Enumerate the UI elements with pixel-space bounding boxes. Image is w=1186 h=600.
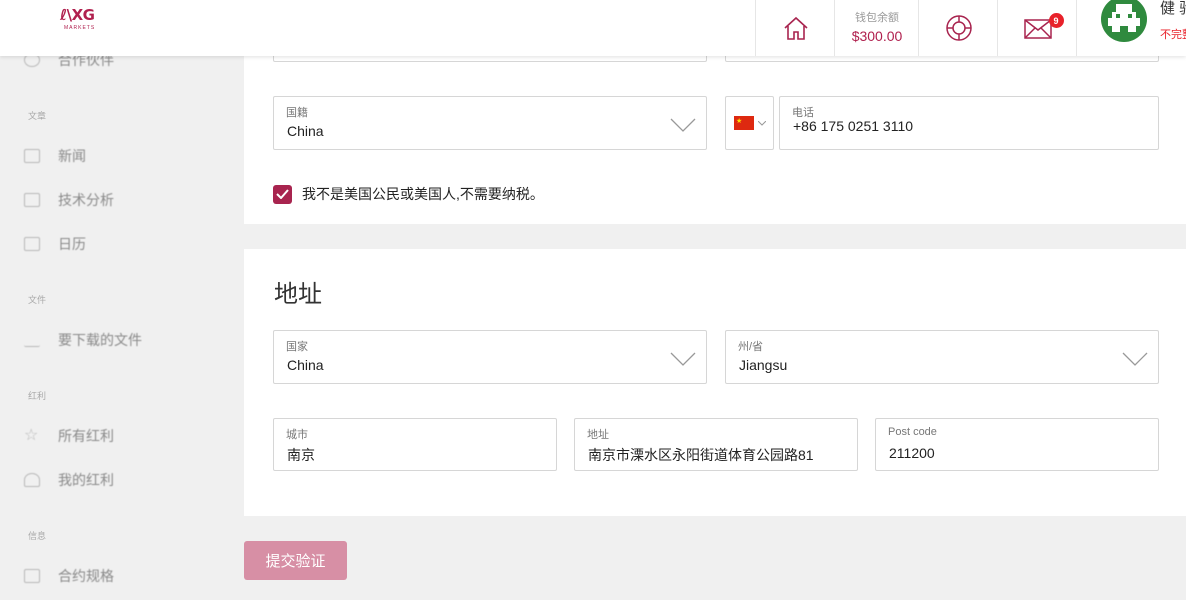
svg-text:★: ★ xyxy=(736,117,742,125)
submit-verification-button[interactable]: 提交验证 xyxy=(244,541,347,580)
logo-text: XG xyxy=(71,6,95,24)
wallet-balance[interactable]: 钱包余额 $300.00 xyxy=(834,0,919,56)
sidebar-item-downloads[interactable]: 要下载的文件 xyxy=(24,330,142,350)
tax-checkbox[interactable] xyxy=(273,184,292,204)
state-label: 州/省 xyxy=(738,341,764,353)
postcode-label: Post code xyxy=(888,426,937,438)
messages-button[interactable]: 9 xyxy=(997,0,1077,56)
wallet-amount: $300.00 xyxy=(851,28,903,44)
sidebar-section-bonus: 红利 xyxy=(28,391,47,401)
chevron-down-icon xyxy=(1122,352,1148,366)
chevron-down-icon xyxy=(670,118,696,132)
china-flag-icon: ★ xyxy=(734,116,754,130)
sidebar-item-label: 新闻 xyxy=(58,148,86,164)
sidebar-item-label: 日历 xyxy=(58,236,86,252)
state-select[interactable]: 州/省 Jiangsu xyxy=(725,330,1159,384)
tax-checkbox-label: 我不是美国公民或美国人,不需要纳税。 xyxy=(302,186,544,202)
city-value: 南京 xyxy=(287,447,315,463)
sidebar-item-analysis[interactable]: 技术分析 xyxy=(24,190,114,210)
chevron-down-icon xyxy=(758,121,766,126)
user-name[interactable]: 健 驹 xyxy=(1160,0,1186,18)
sidebar-section-files: 文件 xyxy=(28,295,47,305)
top-header: ℓ\XG MARKETS 钱包余额 $300.00 9 健 不完 xyxy=(0,0,1186,56)
brand-logo[interactable]: ℓ\XG MARKETS xyxy=(60,6,110,31)
sidebar-item-news[interactable]: 新闻 xyxy=(24,146,86,166)
sidebar-item-my-bonus[interactable]: 我的红利 xyxy=(24,470,114,490)
chevron-down-icon xyxy=(670,352,696,366)
nationality-label: 国籍 xyxy=(286,107,308,119)
news-icon xyxy=(24,149,40,163)
analysis-icon xyxy=(24,193,40,207)
home-icon xyxy=(783,16,808,40)
phone-country-select[interactable]: ★ xyxy=(725,96,774,150)
sidebar-item-calendar[interactable]: 日历 xyxy=(24,234,86,254)
state-value: Jiangsu xyxy=(739,357,788,373)
city-label: 城市 xyxy=(286,429,308,441)
lifebuoy-icon xyxy=(945,15,972,41)
sidebar-item-label: 所有红利 xyxy=(58,428,114,444)
mail-count-badge: 9 xyxy=(1048,13,1064,28)
street-value: 南京市溧水区永阳街道体育公园路81 xyxy=(588,447,814,463)
country-value: China xyxy=(287,357,324,373)
sidebar-item-label: 要下载的文件 xyxy=(58,332,142,348)
profile-status: 不完整 xyxy=(1160,29,1186,41)
checkmark-icon xyxy=(276,189,289,199)
home-button[interactable] xyxy=(755,0,835,56)
phone-value: +86 175 0251 3110 xyxy=(793,118,914,134)
star-icon: ☆ xyxy=(24,427,39,444)
logo-prefix: ℓ\ xyxy=(60,6,72,24)
support-button[interactable] xyxy=(918,0,998,56)
mail-icon xyxy=(1023,19,1052,39)
nationality-value: China xyxy=(287,123,324,139)
download-icon xyxy=(24,333,40,347)
city-field[interactable]: 城市 南京 xyxy=(273,418,557,471)
address-section-title: 地址 xyxy=(274,281,322,308)
sidebar-item-label: 合约规格 xyxy=(58,568,114,584)
country-select[interactable]: 国家 China xyxy=(273,330,707,384)
logo-subtext: MARKETS xyxy=(64,25,96,31)
postcode-value: 211200 xyxy=(889,445,935,461)
postcode-field[interactable]: Post code 211200 xyxy=(875,418,1159,471)
phone-field[interactable]: 电话 +86 175 0251 3110 xyxy=(779,96,1159,150)
street-label: 地址 xyxy=(587,429,609,441)
user-icon xyxy=(24,473,40,487)
sidebar-section-articles: 文章 xyxy=(28,111,47,121)
tax-declaration-row: 我不是美国公民或美国人,不需要纳税。 xyxy=(273,184,544,204)
calendar-icon xyxy=(24,237,40,251)
street-address-field[interactable]: 地址 南京市溧水区永阳街道体育公园路81 xyxy=(574,418,858,471)
sidebar-item-all-bonus[interactable]: ☆ 所有红利 xyxy=(24,426,114,446)
sidebar-section-info: 信息 xyxy=(28,531,47,541)
contract-icon xyxy=(24,569,40,583)
nationality-select[interactable]: 国籍 China xyxy=(273,96,707,150)
sidebar: 合作伙伴 文章 新闻 技术分析 日历 文件 要下载的文件 红利 ☆ 所有红利 我… xyxy=(0,52,244,600)
sidebar-item-label: 我的红利 xyxy=(58,472,114,488)
country-label: 国家 xyxy=(286,341,308,353)
wallet-label: 钱包余额 xyxy=(855,12,899,24)
sidebar-item-contract-spec[interactable]: 合约规格 xyxy=(24,566,114,586)
sidebar-item-label: 技术分析 xyxy=(58,192,114,208)
